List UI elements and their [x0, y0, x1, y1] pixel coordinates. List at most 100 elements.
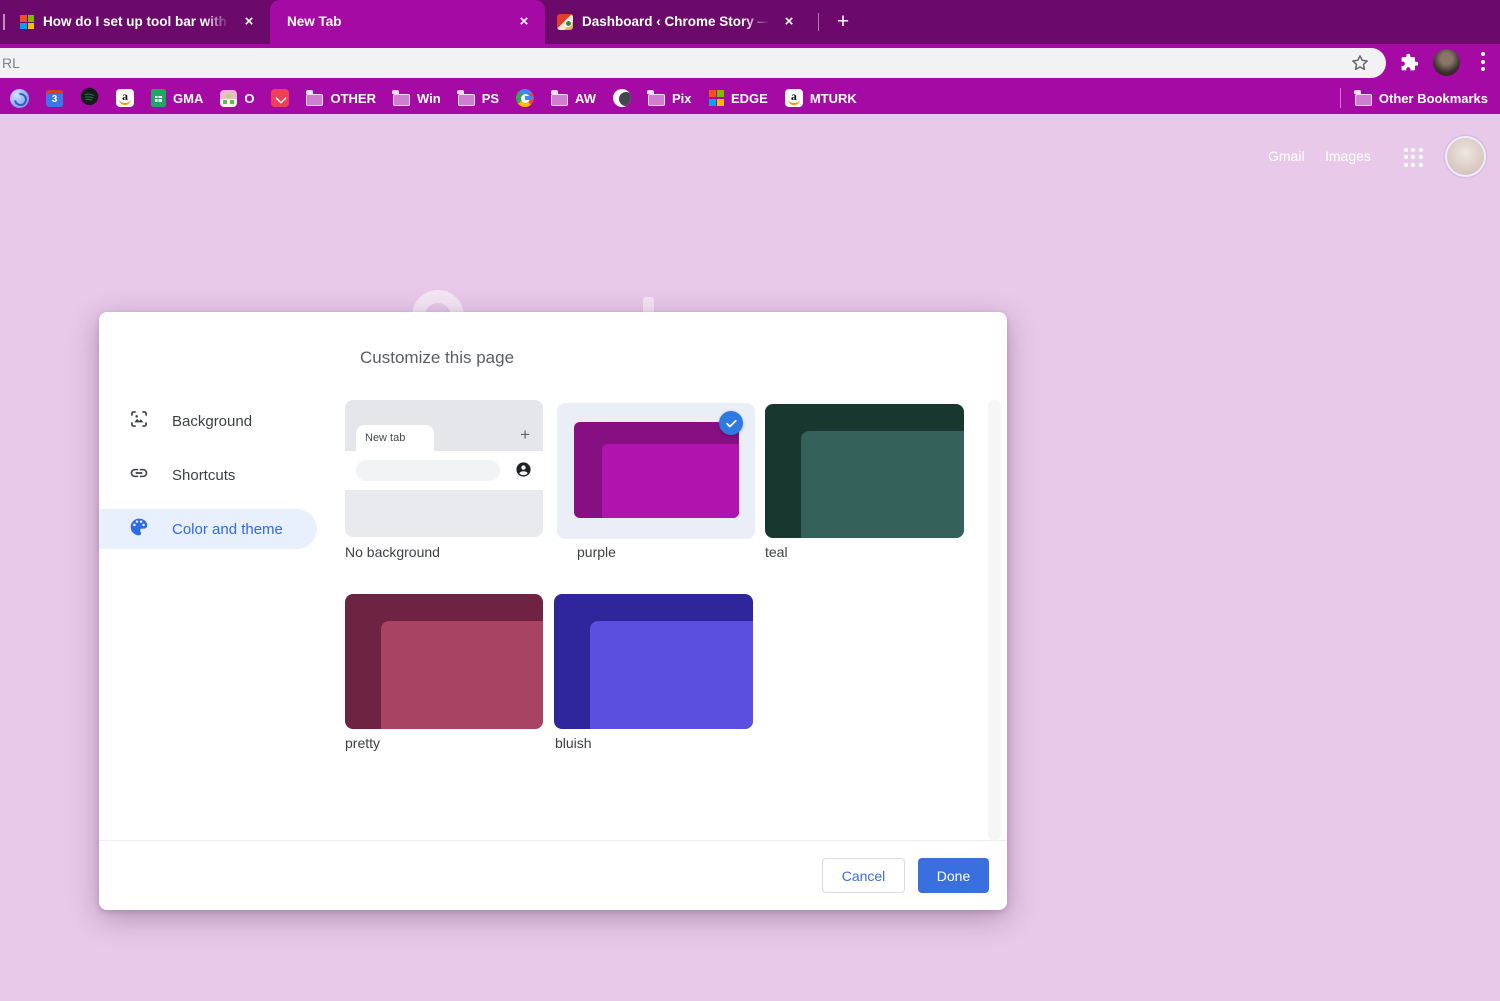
- no-background-preview: New tab: [345, 400, 543, 537]
- bookmark-folder-win[interactable]: Win: [393, 90, 441, 106]
- browser-profile-avatar[interactable]: [1433, 49, 1460, 76]
- tab-title-fade: [744, 13, 774, 31]
- spotify-icon: [80, 87, 99, 109]
- tab-separator: [818, 13, 819, 31]
- sheets-icon: [151, 89, 166, 107]
- google-logo-l: [643, 297, 654, 312]
- folder-icon: [551, 94, 568, 106]
- window-edge-line: [3, 14, 5, 30]
- folder-icon: [648, 94, 665, 106]
- tab-close-icon[interactable]: [515, 13, 533, 31]
- theme-tile-teal[interactable]: [765, 404, 964, 538]
- bookmark-gma[interactable]: GMA: [151, 89, 203, 107]
- amazon-icon: a: [116, 89, 134, 107]
- google-logo-g-arc: [412, 290, 464, 312]
- google-logo-partial: [400, 280, 700, 312]
- bookmark-o[interactable]: O: [220, 90, 254, 107]
- palette-icon: [129, 517, 149, 541]
- sidebar-item-background[interactable]: Background: [99, 401, 317, 441]
- pretty-theme-swatch: [345, 594, 543, 729]
- sidebar-item-label: Shortcuts: [172, 467, 235, 484]
- images-link[interactable]: Images: [1325, 148, 1371, 164]
- theme-tile-purple-selected[interactable]: [557, 403, 755, 539]
- toolbar: RL: [0, 44, 1500, 82]
- bookmark-globe[interactable]: [613, 89, 631, 107]
- bookmark-folder-other[interactable]: OTHER: [306, 90, 376, 106]
- dialog-scrollbar[interactable]: [988, 400, 1001, 840]
- globe-icon: [613, 89, 631, 107]
- cancel-button[interactable]: Cancel: [822, 858, 905, 893]
- tab-close-icon[interactable]: [240, 13, 258, 31]
- selected-check-icon: [719, 411, 743, 435]
- bookmark-amazon[interactable]: a: [116, 89, 134, 107]
- sidebar-item-shortcuts[interactable]: Shortcuts: [99, 455, 317, 495]
- other-bookmarks-button[interactable]: Other Bookmarks: [1355, 90, 1488, 106]
- pocket-icon: [271, 89, 289, 107]
- theme-tile-no-background[interactable]: New tab: [345, 400, 543, 537]
- bluish-theme-swatch: [554, 594, 753, 729]
- tab-title-fade: [204, 13, 234, 31]
- bookmark-folder-aw[interactable]: AW: [551, 90, 596, 106]
- mock-page-content: [345, 490, 543, 537]
- mock-account-icon: [515, 461, 532, 483]
- theme-label: teal: [765, 544, 788, 560]
- link-icon: [129, 463, 149, 487]
- theme-label: purple: [577, 544, 616, 560]
- folder-icon: [458, 94, 475, 106]
- theme-label: pretty: [345, 735, 380, 751]
- new-tab-button[interactable]: +: [830, 9, 856, 35]
- extensions-puzzle-icon[interactable]: [1400, 53, 1419, 77]
- tab-title: New Tab: [287, 14, 342, 29]
- mock-new-tab: New tab: [356, 425, 434, 451]
- done-button[interactable]: Done: [918, 858, 989, 893]
- bookmark-spotify[interactable]: [80, 87, 99, 109]
- folder-icon: [393, 94, 410, 106]
- bookmark-star-icon[interactable]: [1350, 53, 1370, 78]
- folder-icon: [1355, 94, 1372, 106]
- omnibox-placeholder-text: RL: [2, 55, 20, 71]
- mock-search-pill: [356, 460, 500, 481]
- bookmarks-separator: [1340, 88, 1341, 108]
- mock-tab-strip: New tab: [345, 400, 543, 451]
- theme-label: No background: [345, 544, 440, 560]
- pink-green-app-icon: [220, 90, 237, 107]
- gmail-link[interactable]: Gmail: [1268, 148, 1305, 164]
- calendar-icon: 3: [46, 90, 63, 107]
- tab-new-tab-active[interactable]: New Tab: [270, 0, 545, 44]
- blue-app-icon: [10, 89, 29, 108]
- bookmark-folder-ps[interactable]: PS: [458, 90, 499, 106]
- bookmark-folder-pix[interactable]: Pix: [648, 90, 692, 106]
- google-apps-grid-icon[interactable]: [1404, 148, 1423, 167]
- customize-dialog: Customize this page Background Shortcuts…: [99, 312, 1007, 910]
- tab-close-icon[interactable]: [780, 13, 798, 31]
- sidebar-item-label: Color and theme: [172, 521, 283, 538]
- sidebar-item-color-and-theme[interactable]: Color and theme: [99, 509, 317, 549]
- amazon-icon: a: [785, 89, 803, 107]
- bookmark-mturk[interactable]: aMTURK: [785, 89, 857, 107]
- mock-plus-icon: [520, 426, 530, 443]
- purple-theme-swatch: [574, 422, 739, 518]
- teal-theme-swatch: [765, 404, 964, 538]
- bookmark-google[interactable]: [516, 89, 534, 107]
- dialog-title: Customize this page: [360, 348, 514, 368]
- mock-toolbar: [345, 451, 543, 490]
- bookmarks-bar: 3 a GMA O OTHER Win PS AW Pix EDGE aMTUR…: [0, 82, 1500, 114]
- bookmark-calendar[interactable]: 3: [46, 90, 63, 107]
- folder-icon: [306, 94, 323, 106]
- tab-dashboard-chrome-story[interactable]: Dashboard ‹ Chrome Story — W: [545, 0, 810, 44]
- chrome-story-favicon-icon: [557, 14, 573, 30]
- ntp-profile-avatar[interactable]: [1447, 138, 1484, 175]
- omnibox-address-bar[interactable]: RL: [0, 48, 1386, 78]
- theme-tile-bluish[interactable]: [554, 594, 753, 729]
- bookmark-pocket[interactable]: [271, 89, 289, 107]
- microsoft-favicon-icon: [20, 15, 34, 29]
- browser-menu-icon[interactable]: [1481, 52, 1485, 71]
- theme-tile-pretty[interactable]: [345, 594, 543, 729]
- tab-how-do-i-set-up[interactable]: How do I set up tool bar with E: [8, 0, 270, 44]
- background-image-icon: [129, 409, 149, 433]
- microsoft-icon: [709, 90, 725, 106]
- sidebar-item-label: Background: [172, 413, 252, 430]
- tab-strip: How do I set up tool bar with E New Tab …: [0, 0, 1500, 44]
- bookmark-blue-app[interactable]: [10, 89, 29, 108]
- bookmark-edge[interactable]: EDGE: [709, 90, 768, 106]
